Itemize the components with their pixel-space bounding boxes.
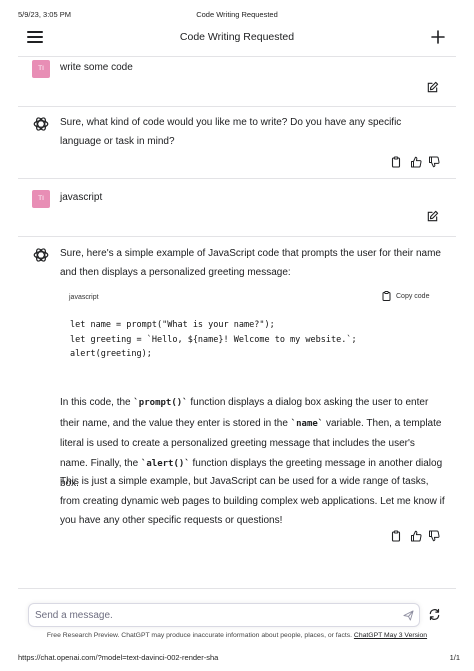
- thumbs-up-icon[interactable]: [410, 530, 422, 542]
- explanation-text: In this code, the: [60, 397, 134, 408]
- message-actions: [390, 530, 446, 544]
- openai-logo-icon: [33, 117, 49, 131]
- inline-code: `alert()`: [140, 458, 190, 469]
- disclaimer-text: Free Research Preview. ChatGPT may produ…: [46, 632, 353, 639]
- print-title: Code Writing Requested: [196, 10, 278, 19]
- code-language-label: javascript: [69, 294, 99, 301]
- thumbs-down-icon[interactable]: [428, 530, 440, 542]
- thumbs-up-icon[interactable]: [410, 156, 422, 168]
- code-content: let name = prompt("What is your name?");…: [70, 318, 357, 362]
- inline-code: `prompt()`: [133, 398, 188, 408]
- print-header: 5/9/23, 3:05 PM Code Writing Requested: [0, 10, 474, 22]
- edit-icon[interactable]: [426, 81, 439, 94]
- regenerate-icon[interactable]: [428, 608, 441, 621]
- code-line: let greeting = `Hello, ${name}! Welcome …: [70, 334, 357, 345]
- inline-code: `name`: [290, 418, 324, 429]
- closing-paragraph: This is just a simple example, but JavaS…: [60, 476, 445, 526]
- user-avatar: TI: [32, 60, 50, 78]
- assistant-message-text: Sure, what kind of code would you like m…: [60, 117, 402, 147]
- message-composer: [28, 603, 420, 627]
- clipboard-icon[interactable]: [390, 156, 402, 168]
- assistant-intro-text: Sure, here's a simple example of JavaScr…: [60, 248, 441, 278]
- clipboard-icon[interactable]: [390, 530, 402, 542]
- divider: [18, 178, 456, 179]
- top-bar: Code Writing Requested: [0, 26, 474, 50]
- clipboard-icon: [382, 291, 391, 301]
- code-block: javascript Copy code let name = prompt("…: [60, 288, 438, 378]
- divider: [18, 588, 456, 589]
- divider: [18, 106, 456, 107]
- version-link[interactable]: ChatGPT May 3 Version: [354, 632, 427, 639]
- page-number: 1/1: [449, 653, 460, 662]
- divider: [18, 236, 456, 237]
- user-message-text: write some code: [60, 62, 133, 73]
- message-input[interactable]: [35, 606, 395, 624]
- send-icon[interactable]: [403, 610, 414, 621]
- copy-code-button[interactable]: Copy code: [382, 291, 429, 301]
- plus-icon[interactable]: [430, 29, 446, 45]
- edit-icon[interactable]: [426, 210, 439, 223]
- print-url: https://chat.openai.com/?model=text-davi…: [18, 653, 219, 662]
- code-line: let name = prompt("What is your name?");: [70, 320, 275, 330]
- print-footer: https://chat.openai.com/?model=text-davi…: [0, 653, 474, 665]
- user-avatar: TI: [32, 190, 50, 208]
- copy-code-label: Copy code: [396, 292, 430, 300]
- page-title: Code Writing Requested: [179, 31, 295, 43]
- footer-disclaimer: Free Research Preview. ChatGPT may produ…: [0, 632, 474, 639]
- divider: [18, 56, 456, 57]
- thumbs-down-icon[interactable]: [428, 156, 440, 168]
- openai-logo-icon: [33, 248, 49, 262]
- code-line: alert(greeting);: [70, 349, 152, 359]
- message-actions: [390, 156, 446, 170]
- user-message-text: javascript: [60, 192, 103, 203]
